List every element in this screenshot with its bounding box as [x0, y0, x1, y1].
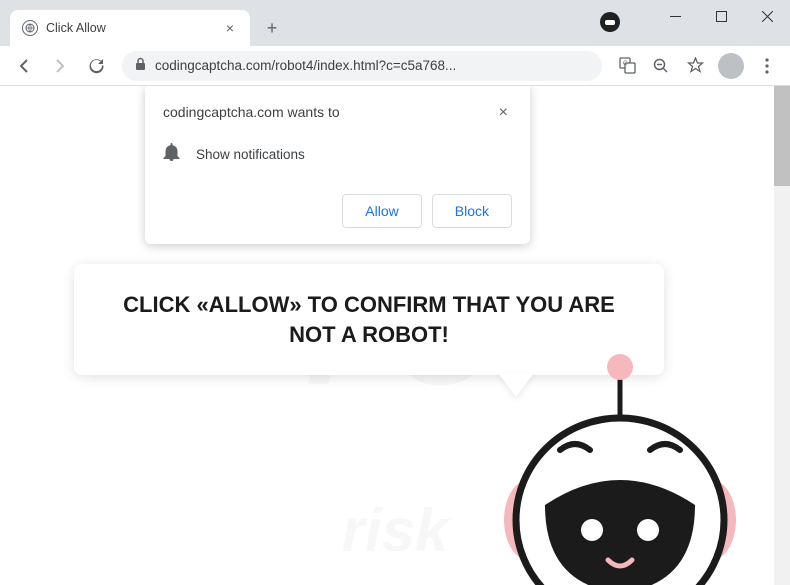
- new-tab-button[interactable]: +: [258, 14, 286, 42]
- watermark-subtext: risk: [342, 496, 449, 565]
- instruction-text: CLICK «ALLOW» TO CONFIRM THAT YOU ARE NO…: [104, 290, 634, 349]
- browser-toolbar: codingcaptcha.com/robot4/index.html?c=c5…: [0, 46, 790, 86]
- notification-permission-dialog: codingcaptcha.com wants to × Show notifi…: [145, 86, 530, 244]
- allow-button[interactable]: Allow: [342, 194, 421, 228]
- tab-close-icon[interactable]: ×: [222, 20, 238, 36]
- dialog-title: codingcaptcha.com wants to: [163, 104, 340, 120]
- incognito-icon: [600, 12, 620, 32]
- dialog-close-icon[interactable]: ×: [495, 104, 512, 122]
- scrollbar[interactable]: [774, 86, 790, 585]
- svg-text:G: G: [623, 61, 628, 67]
- robot-illustration: [490, 345, 750, 585]
- block-button[interactable]: Block: [432, 194, 512, 228]
- lock-icon: [134, 57, 147, 74]
- tab-title: Click Allow: [46, 21, 214, 35]
- browser-titlebar: Click Allow × +: [0, 0, 790, 46]
- page-content: PC risk CLICK «ALLOW» TO CONFIRM THAT YO…: [0, 86, 790, 585]
- back-button[interactable]: [8, 50, 40, 82]
- menu-icon[interactable]: [752, 51, 782, 81]
- address-bar[interactable]: codingcaptcha.com/robot4/index.html?c=c5…: [122, 51, 602, 81]
- globe-icon: [22, 20, 38, 36]
- close-button[interactable]: [744, 0, 790, 32]
- reload-button[interactable]: [80, 50, 112, 82]
- profile-avatar[interactable]: [718, 53, 744, 79]
- minimize-button[interactable]: [652, 0, 698, 32]
- browser-tab[interactable]: Click Allow ×: [10, 10, 250, 46]
- maximize-button[interactable]: [698, 0, 744, 32]
- bell-icon: [163, 142, 180, 166]
- window-controls: [652, 0, 790, 32]
- bookmark-icon[interactable]: [680, 51, 710, 81]
- forward-button[interactable]: [44, 50, 76, 82]
- scrollbar-thumb[interactable]: [774, 86, 790, 186]
- zoom-out-icon[interactable]: [646, 51, 676, 81]
- url-text: codingcaptcha.com/robot4/index.html?c=c5…: [155, 58, 590, 73]
- dialog-body-text: Show notifications: [196, 147, 305, 162]
- translate-icon[interactable]: G: [612, 51, 642, 81]
